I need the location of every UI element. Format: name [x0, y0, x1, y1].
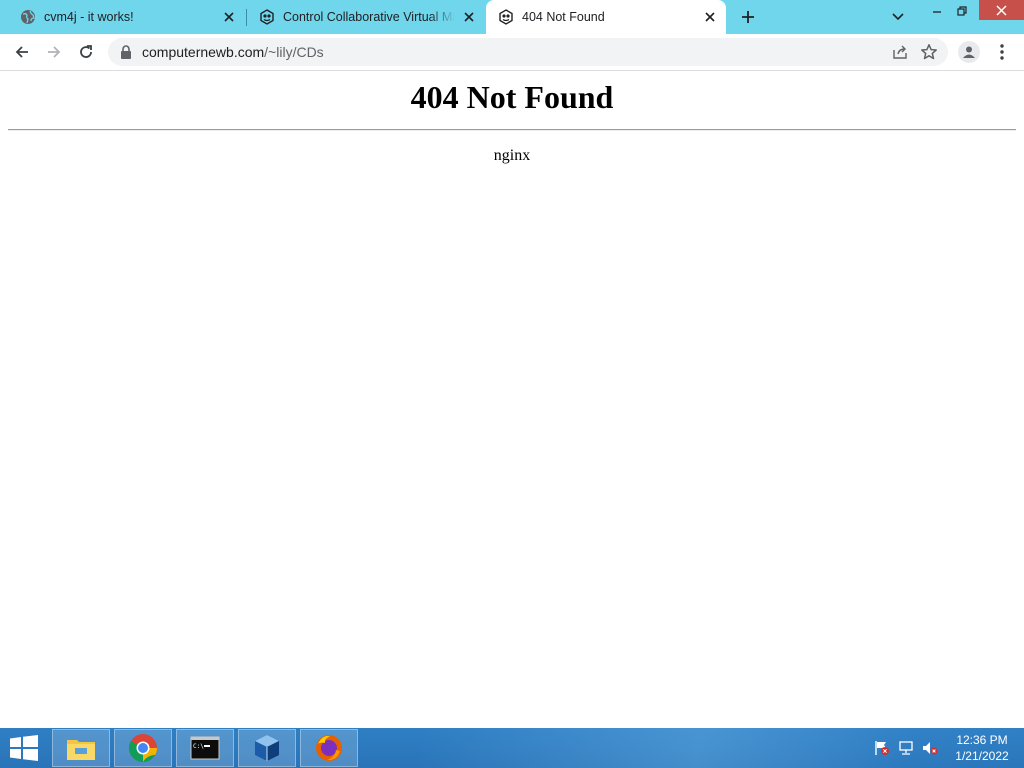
system-clock[interactable]: 12:36 PM 1/21/2022	[948, 732, 1016, 764]
command-prompt-icon: C:\	[190, 736, 220, 760]
minimize-icon	[933, 11, 941, 13]
clock-time: 12:36 PM	[956, 733, 1008, 747]
tab-search-button[interactable]	[888, 8, 908, 26]
tab-404-not-found[interactable]: 404 Not Found	[486, 0, 726, 34]
lock-icon	[121, 45, 131, 59]
bookmark-star-icon[interactable]	[920, 43, 938, 61]
svg-text:C:\: C:\	[193, 743, 204, 750]
url-host: computernewb.com	[142, 44, 265, 60]
tab-control-collaborative[interactable]: Control Collaborative Virtual Machine	[247, 0, 485, 34]
tab-title: 404 Not Found	[522, 10, 605, 24]
page-title: 404 Not Found	[410, 79, 614, 115]
divider	[8, 129, 1016, 131]
arrow-right-icon	[48, 46, 61, 58]
tab-cvm4j[interactable]: cvm4j - it works!	[0, 0, 245, 34]
plus-icon	[742, 11, 754, 23]
action-center-flag-icon[interactable]	[874, 740, 890, 756]
forward-button[interactable]	[40, 38, 68, 66]
avatar-icon	[963, 46, 975, 58]
restore-icon	[957, 6, 967, 16]
server-signature: nginx	[493, 147, 531, 164]
taskbar-command-prompt[interactable]: C:\	[176, 729, 234, 767]
taskbar-chrome[interactable]	[114, 729, 172, 767]
url-path: /~lily/CDs	[264, 44, 324, 60]
tab-title: Control Collaborative Virtual Machine	[283, 10, 455, 24]
tab-strip: cvm4j - it works! Control Collaborative …	[0, 0, 1024, 34]
menu-button[interactable]	[994, 42, 1010, 62]
network-icon[interactable]	[898, 740, 914, 756]
taskbar-firefox[interactable]	[300, 729, 358, 767]
new-tab-button[interactable]	[736, 5, 760, 29]
url-text[interactable]: computernewb.com/~lily/CDs	[142, 38, 324, 66]
close-tab-icon[interactable]	[221, 9, 237, 25]
cvm-logo-icon	[260, 9, 274, 25]
close-tab-icon[interactable]	[461, 9, 477, 25]
globe-icon	[21, 10, 35, 24]
file-explorer-icon	[67, 740, 95, 760]
close-tab-icon[interactable]	[702, 9, 718, 25]
chrome-icon	[129, 734, 157, 763]
close-window-button[interactable]	[979, 0, 1024, 20]
start-button[interactable]	[0, 728, 48, 768]
clock-date: 1/21/2022	[955, 749, 1009, 763]
volume-muted-icon[interactable]	[922, 740, 938, 756]
profile-button[interactable]	[958, 41, 980, 63]
chevron-down-icon	[892, 13, 904, 21]
firefox-icon	[316, 735, 342, 761]
windows-logo-icon	[10, 735, 38, 761]
minimize-button[interactable]	[925, 0, 949, 22]
address-bar[interactable]: computernewb.com/~lily/CDs	[108, 38, 948, 66]
taskbar-file-explorer[interactable]	[52, 729, 110, 767]
cvm-logo-icon	[499, 9, 513, 25]
virtualbox-icon	[255, 735, 279, 761]
back-button[interactable]	[8, 38, 36, 66]
reload-button[interactable]	[72, 38, 100, 66]
close-icon	[996, 4, 1007, 16]
kebab-menu-icon	[1000, 44, 1004, 60]
arrow-left-icon	[15, 46, 28, 58]
share-icon[interactable]	[892, 44, 908, 60]
taskbar: C:\ 12:36 PM 1/21/2022	[0, 728, 1024, 768]
tab-title: cvm4j - it works!	[44, 10, 134, 24]
taskbar-virtualbox[interactable]	[238, 729, 296, 767]
page-content: 404 Not Found nginx	[0, 71, 1024, 728]
restore-button[interactable]	[950, 0, 974, 22]
reload-icon	[80, 45, 92, 58]
browser-toolbar: computernewb.com/~lily/CDs	[0, 34, 1024, 71]
